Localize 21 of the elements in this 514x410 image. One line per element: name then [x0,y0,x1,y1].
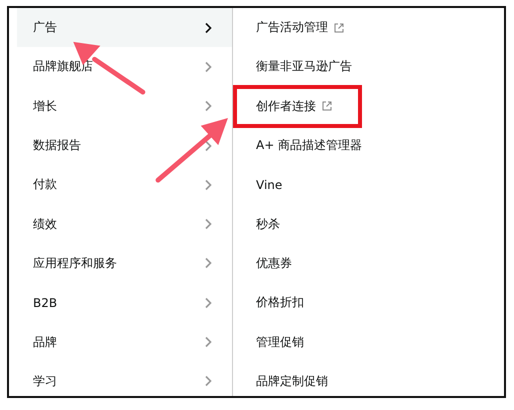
chevron-icon [204,336,212,348]
chevron-icon [204,22,212,34]
menu-item[interactable]: 增长 [17,86,232,126]
chevron-icon [204,375,212,388]
menu-item[interactable]: 绩效 [17,204,232,244]
menu-item[interactable]: 品牌 [17,322,232,362]
menu-item[interactable]: 付款 [17,165,232,204]
chevron-icon [204,218,212,230]
menu-item[interactable]: 学习 [17,362,232,396]
chevron-icon [204,60,212,73]
chevron-icon [204,296,212,309]
menu-item[interactable]: B2B [17,283,232,322]
chevron-icon [204,257,212,270]
chevron-icon [204,140,212,152]
menu-item[interactable]: 广告 [17,8,232,48]
submenu-link[interactable]: Vine [233,164,304,205]
chevron-icon [204,178,212,191]
submenu-link[interactable]: 创作者连接 [233,84,362,128]
menu-item[interactable]: 数据报告 [17,126,232,166]
chevron-icon [204,100,212,112]
menu-item[interactable]: 应用程序和服务 [17,244,232,284]
